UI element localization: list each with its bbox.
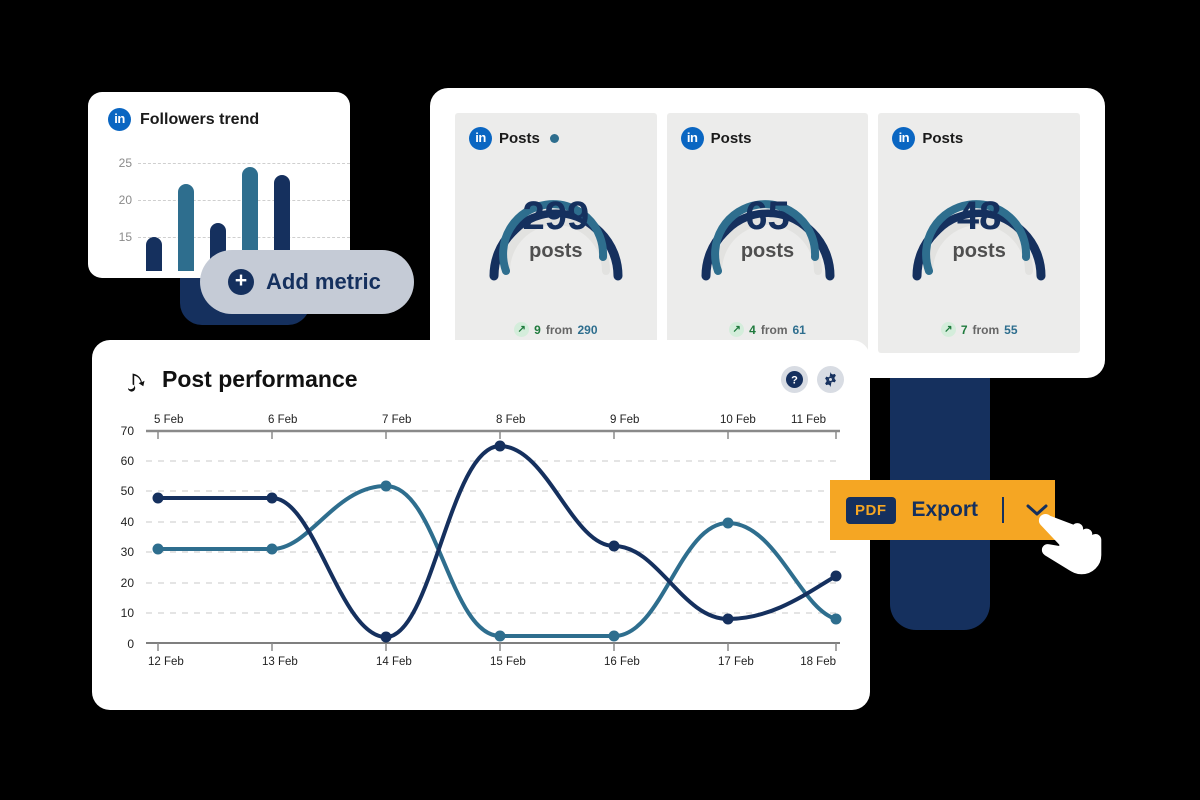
bottom-axis-ticks bbox=[157, 643, 837, 651]
delta-from: from bbox=[760, 322, 788, 337]
posts-gauge-card[interactable]: in Posts 65 posts ↗ 4 from 61 bbox=[666, 113, 869, 353]
ytick-60: 60 bbox=[121, 454, 135, 468]
delta-previous: 55 bbox=[1004, 322, 1018, 337]
posts-card-title: Posts bbox=[922, 130, 964, 147]
delta-value: 9 bbox=[534, 322, 541, 337]
posts-delta: ↗ 9 from 290 bbox=[455, 322, 657, 337]
bar-2 bbox=[178, 184, 194, 271]
posts-delta: ↗ 4 from 61 bbox=[667, 322, 869, 337]
linkedin-icon: in bbox=[108, 108, 131, 131]
bar-1 bbox=[146, 237, 162, 271]
post-performance-header: Post performance ? bbox=[92, 340, 870, 393]
add-metric-label: Add metric bbox=[266, 269, 381, 294]
bottom-label-2: 14 Feb bbox=[376, 656, 412, 668]
posts-value: 48 bbox=[956, 194, 1002, 238]
ytick-20: 20 bbox=[121, 576, 135, 590]
posts-panel: in Posts 299 posts ↗ 9 from 290 in Posts… bbox=[430, 88, 1105, 378]
settings-button[interactable] bbox=[817, 366, 844, 393]
posts-delta: ↗ 7 from 55 bbox=[878, 322, 1080, 337]
bottom-label-6: 18 Feb bbox=[800, 656, 836, 668]
bottom-axis-labels: 12 Feb 13 Feb 14 Feb 15 Feb 16 Feb 17 Fe… bbox=[148, 656, 836, 668]
posts-card-header: in Posts bbox=[455, 113, 657, 150]
posts-gauge: 299 posts bbox=[476, 158, 636, 288]
followers-card-header: in Followers trend bbox=[88, 92, 350, 131]
trend-up-icon: ↗ bbox=[940, 322, 956, 337]
top-label-6: 11 Feb bbox=[791, 414, 826, 426]
chevron-down-icon[interactable] bbox=[1026, 503, 1048, 517]
status-dot-icon bbox=[549, 134, 559, 143]
export-divider bbox=[1002, 497, 1005, 523]
top-label-4: 9 Feb bbox=[610, 414, 639, 426]
export-label: Export bbox=[911, 498, 979, 521]
top-label-2: 7 Feb bbox=[382, 414, 411, 426]
ytick-50: 50 bbox=[121, 484, 135, 498]
top-label-1: 6 Feb bbox=[268, 414, 297, 426]
top-label-3: 8 Feb bbox=[496, 414, 525, 426]
followers-y-axis: 25 20 15 bbox=[102, 145, 132, 271]
posts-gauge: 65 posts bbox=[688, 158, 848, 288]
posts-card-header: in Posts bbox=[878, 113, 1080, 150]
delta-from: from bbox=[545, 322, 573, 337]
ytick-70: 70 bbox=[121, 424, 135, 438]
screenshot-root: in Followers trend 25 20 15 in Posts 299… bbox=[0, 0, 1200, 800]
series-navy-line bbox=[156, 444, 838, 639]
add-metric-button[interactable]: + Add metric bbox=[200, 250, 414, 314]
trend-note-icon bbox=[127, 373, 145, 392]
posts-gauge-center: 48 posts bbox=[899, 196, 1059, 263]
posts-gauge-card[interactable]: in Posts 299 posts ↗ 9 from 290 bbox=[455, 113, 657, 353]
ytick-0: 0 bbox=[127, 637, 134, 651]
bottom-label-4: 16 Feb bbox=[604, 656, 640, 668]
trend-up-icon: ↗ bbox=[729, 322, 745, 337]
ytick-30: 30 bbox=[121, 545, 135, 559]
posts-value: 65 bbox=[745, 194, 790, 238]
posts-card-title: Posts bbox=[710, 130, 752, 147]
bottom-label-1: 13 Feb bbox=[262, 656, 298, 668]
ytick-40: 40 bbox=[121, 515, 135, 529]
posts-card-header: in Posts bbox=[667, 113, 869, 150]
followers-ytick-15: 15 bbox=[118, 230, 132, 244]
followers-card-title: Followers trend bbox=[140, 110, 260, 128]
delta-from: from bbox=[972, 322, 1000, 337]
delta-value: 7 bbox=[960, 322, 968, 337]
followers-ytick-20: 20 bbox=[118, 193, 132, 207]
posts-gauge-card[interactable]: in Posts 48 posts ↗ 7 from 55 bbox=[878, 113, 1081, 353]
posts-unit: posts bbox=[529, 240, 583, 262]
export-button[interactable]: PDF Export bbox=[830, 480, 1055, 540]
posts-unit: posts bbox=[740, 240, 795, 262]
linkedin-icon: in bbox=[469, 127, 492, 150]
post-performance-chart: 70 60 50 40 30 20 10 0 5 Feb 6 Feb 7 Feb… bbox=[110, 411, 856, 676]
ytick-10: 10 bbox=[121, 606, 135, 620]
posts-value: 299 bbox=[522, 194, 590, 238]
post-performance-title: Post performance bbox=[162, 366, 358, 392]
top-axis-labels: 5 Feb 6 Feb 7 Feb 8 Feb 9 Feb 10 Feb 11 … bbox=[154, 414, 826, 426]
delta-previous: 290 bbox=[577, 322, 598, 337]
top-label-5: 10 Feb bbox=[720, 414, 756, 426]
pdf-badge: PDF bbox=[846, 496, 896, 524]
delta-value: 4 bbox=[749, 322, 756, 337]
line-chart-svg: 70 60 50 40 30 20 10 0 5 Feb 6 Feb 7 Feb… bbox=[121, 414, 842, 668]
top-label-0: 5 Feb bbox=[154, 414, 183, 426]
bottom-label-0: 12 Feb bbox=[148, 656, 184, 668]
posts-card-title: Posts bbox=[499, 130, 540, 147]
followers-ytick-25: 25 bbox=[118, 156, 132, 170]
bottom-label-5: 17 Feb bbox=[718, 656, 754, 668]
posts-gauge-center: 65 posts bbox=[688, 196, 848, 263]
posts-gauge: 48 posts bbox=[899, 158, 1059, 288]
trend-up-icon: ↗ bbox=[514, 322, 530, 337]
bottom-label-3: 15 Feb bbox=[490, 656, 526, 668]
gear-icon bbox=[825, 372, 836, 387]
posts-gauge-center: 299 posts bbox=[476, 196, 636, 263]
series-navy-points bbox=[152, 440, 842, 643]
gridlines bbox=[146, 460, 840, 614]
post-performance-panel: Post performance ? 70 60 50 40 30 20 10 … bbox=[92, 340, 870, 710]
posts-unit: posts bbox=[952, 240, 1006, 262]
posts-card-row: in Posts 299 posts ↗ 9 from 290 in Posts… bbox=[430, 88, 1105, 353]
linkedin-icon: in bbox=[680, 127, 704, 150]
svg-text:?: ? bbox=[791, 375, 798, 387]
delta-previous: 61 bbox=[792, 322, 806, 337]
help-button[interactable]: ? bbox=[781, 366, 808, 393]
plus-circle-icon: + bbox=[228, 269, 254, 295]
help-icon: ? bbox=[786, 371, 803, 388]
linkedin-icon: in bbox=[892, 127, 916, 150]
